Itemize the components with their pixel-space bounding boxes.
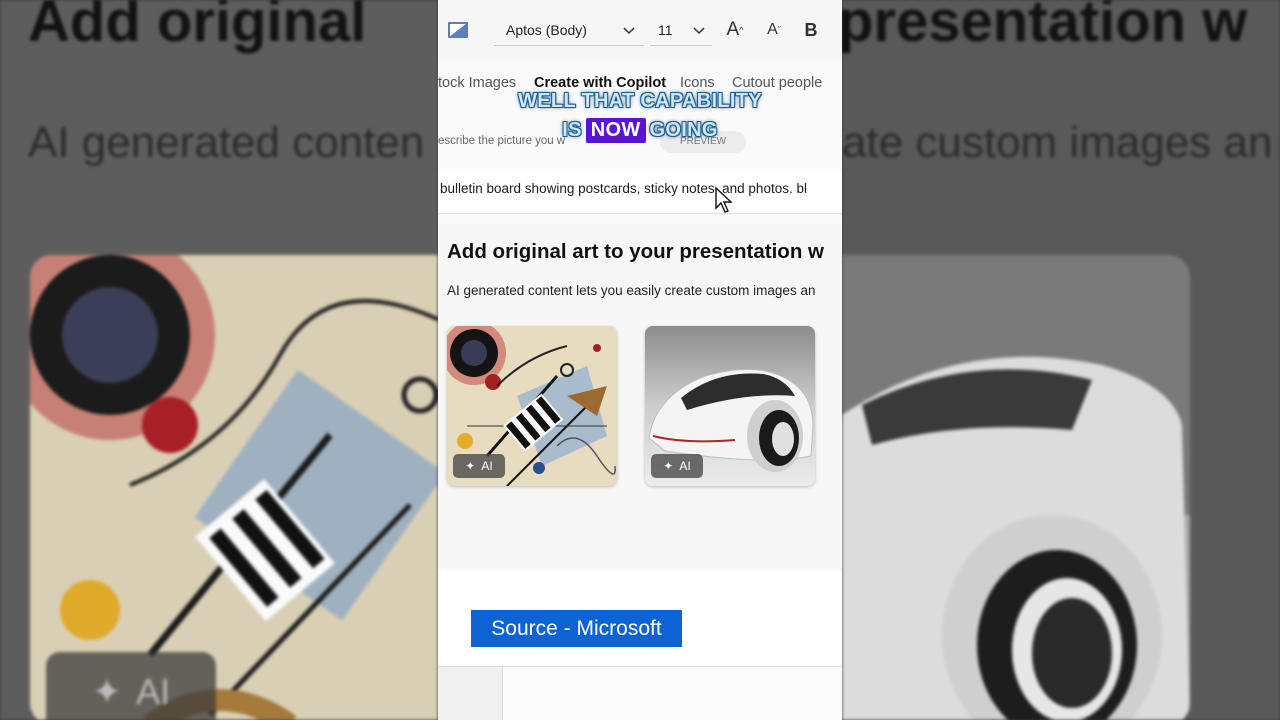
image-prompt-input[interactable]: bulletin board showing postcards, sticky… <box>438 172 842 214</box>
background-ai-badge-label: AI <box>136 671 171 712</box>
tab-cutout-people[interactable]: Cutout people <box>732 75 822 91</box>
background-subtext: AI generated conten <box>28 118 425 167</box>
feature-heading: Add original art to your presentation w <box>447 240 824 263</box>
chevron-down-icon <box>693 27 705 35</box>
ai-car-thumbnail[interactable]: ✦ AI <box>645 326 815 486</box>
source-label: Source - Microsoft <box>471 610 682 647</box>
background-heading-right: presentation w <box>842 0 1248 54</box>
bottom-strip <box>438 666 842 720</box>
video-caption-line2: IS NOW GOING <box>438 118 842 143</box>
chevron-down-icon <box>623 27 635 35</box>
caption-highlight-word: NOW <box>585 118 646 143</box>
tab-stock-images[interactable]: tock Images <box>438 75 516 91</box>
shape-fill-icon[interactable] <box>448 22 468 38</box>
ai-badge-label: AI <box>481 459 493 473</box>
grow-font-button[interactable]: A ^ <box>722 16 748 44</box>
background-ai-badge: ✦ AI <box>46 652 216 720</box>
formatting-toolbar: Aptos (Body) 11 A ^ Aˇ B <box>438 0 842 62</box>
background-subtext-right: ate custom images an <box>842 118 1273 167</box>
shrink-font-label: A <box>767 21 778 38</box>
font-name-value: Aptos (Body) <box>506 21 587 38</box>
caption-word-going: GOING <box>649 119 718 141</box>
video-caption-line1: WELL THAT CAPABILITY <box>518 90 762 112</box>
sparkle-icon: ✦ <box>663 459 674 473</box>
tab-icons[interactable]: Icons <box>680 75 715 91</box>
mouse-cursor-icon <box>715 186 733 213</box>
main-panel: Aptos (Body) 11 A ^ Aˇ B tock Images Crea… <box>438 0 842 720</box>
shrink-font-button[interactable]: Aˇ <box>762 16 786 44</box>
background-left-panel: Add original AI generated conten ✦ AI <box>0 0 438 720</box>
copilot-feature-content: Add original art to your presentation w … <box>438 222 842 570</box>
font-size-dropdown[interactable]: 11 <box>650 14 712 46</box>
ai-generated-badge: ✦ AI <box>651 454 703 478</box>
background-right-panel: presentation w ate custom images an <box>842 0 1280 720</box>
background-car-image <box>842 255 1190 720</box>
feature-description: AI generated content lets you easily cre… <box>447 283 816 298</box>
ai-badge-label: AI <box>679 459 691 473</box>
ai-generated-badge: ✦ AI <box>453 454 505 478</box>
sparkle-icon: ✦ <box>465 459 476 473</box>
background-art-image <box>30 255 438 720</box>
grow-font-label: A <box>726 19 740 40</box>
sparkle-icon: ✦ <box>91 671 123 712</box>
bold-button[interactable]: B <box>800 16 822 44</box>
caption-word-is: IS <box>562 119 582 141</box>
font-name-dropdown[interactable]: Aptos (Body) <box>494 14 644 46</box>
tab-create-with-copilot[interactable]: Create with Copilot <box>534 75 666 91</box>
ai-art-thumbnail[interactable]: ✦ AI <box>447 326 617 486</box>
font-size-value: 11 <box>658 21 673 38</box>
background-heading: Add original <box>28 0 367 54</box>
